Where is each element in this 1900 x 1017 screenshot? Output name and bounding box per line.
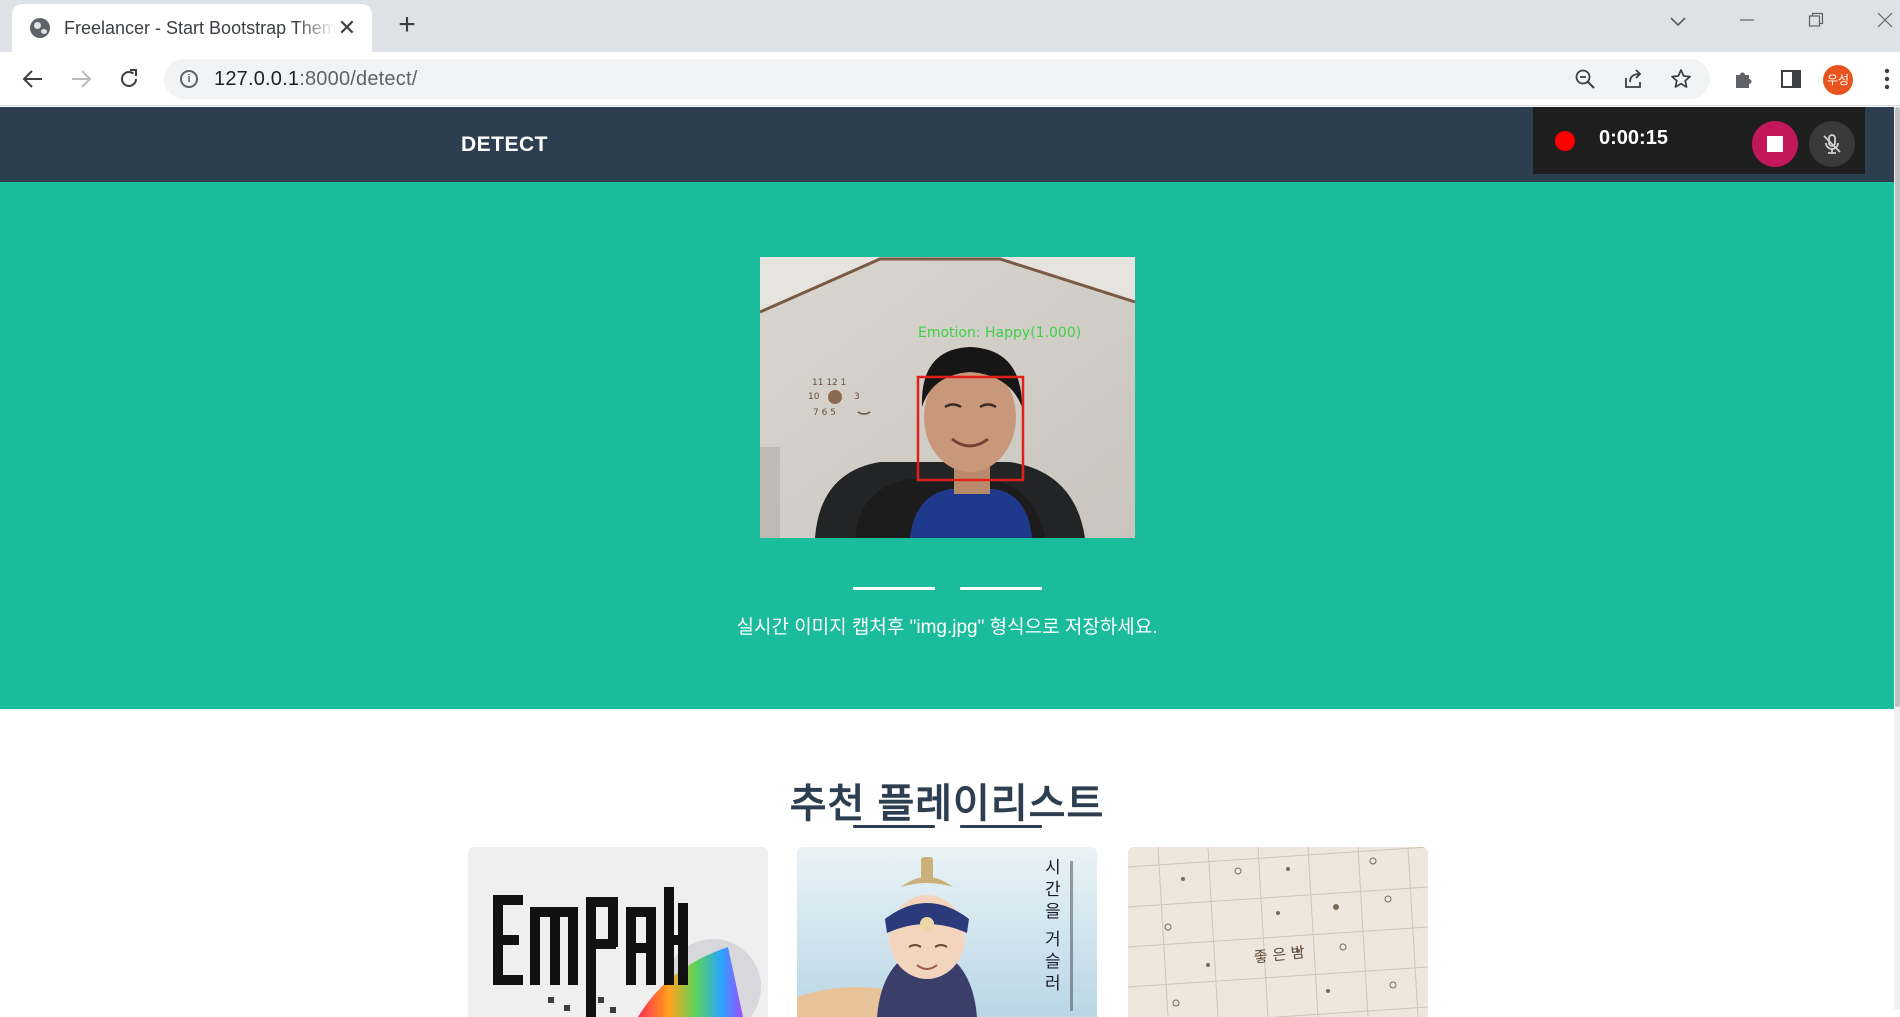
tab-close-icon[interactable]: ✕ xyxy=(336,17,358,39)
svg-text:7 6 5: 7 6 5 xyxy=(813,408,836,418)
album-card-time-travel[interactable]: 시 간 을 거 슬 러 xyxy=(797,847,1097,1017)
forward-arrow-icon[interactable] xyxy=(66,64,96,94)
divider-line-right xyxy=(960,587,1042,590)
playlist-section: 추천 플레이리스트 시 간 을 거 슬 러 좋 은 밤 xyxy=(0,709,1894,1017)
tab-title: Freelancer - Start Bootstrap Theme xyxy=(64,17,336,38)
playlist-divider-right xyxy=(960,825,1042,828)
address-bar[interactable]: i 127.0.0.1:8000/detect/ xyxy=(164,59,1710,99)
album-card-good-night[interactable]: 좋 은 밤 xyxy=(1128,847,1428,1017)
svg-text:을: 을 xyxy=(1045,902,1061,922)
svg-text:슬: 슬 xyxy=(1045,952,1061,972)
extensions-puzzle-icon[interactable] xyxy=(1728,64,1758,94)
album-cover-image xyxy=(468,847,768,1017)
site-info-icon[interactable]: i xyxy=(180,70,198,88)
microphone-off-icon xyxy=(1823,134,1841,154)
globe-icon xyxy=(30,18,50,38)
playlist-divider-left xyxy=(853,825,935,828)
album-card-empathy[interactable] xyxy=(468,847,768,1017)
divider-line-left xyxy=(853,587,935,590)
svg-text:거: 거 xyxy=(1045,930,1061,950)
svg-text:간: 간 xyxy=(1045,880,1061,900)
webcam-feed: 11 12 1 10 3 7 6 5 Emotion: Happy(1.000) xyxy=(760,257,1135,538)
bookmark-star-icon[interactable] xyxy=(1666,64,1696,94)
recording-timer: 0:00:15 xyxy=(1599,127,1668,149)
playlist-title: 추천 플레이리스트 xyxy=(789,782,1105,826)
svg-text:10: 10 xyxy=(808,392,820,402)
url-host: 127.0.0.1 xyxy=(214,68,300,90)
stop-recording-button[interactable] xyxy=(1752,121,1798,167)
page-scrollbar-thumb[interactable] xyxy=(1895,107,1900,707)
reload-icon[interactable] xyxy=(114,64,144,94)
stop-icon xyxy=(1767,136,1783,152)
side-panel-icon[interactable] xyxy=(1776,64,1806,94)
navbar-brand[interactable]: DETECT xyxy=(461,133,548,157)
svg-text:시: 시 xyxy=(1045,858,1061,878)
svg-text:11 12 1: 11 12 1 xyxy=(812,378,846,388)
tab-strip: Freelancer - Start Bootstrap Theme ✕ + xyxy=(0,0,1900,52)
album-cover-image: 좋 은 밤 xyxy=(1128,847,1428,1017)
new-tab-button[interactable]: + xyxy=(392,10,422,41)
browser-toolbar: i 127.0.0.1:8000/detect/ 우성 xyxy=(0,52,1900,106)
profile-avatar[interactable]: 우성 xyxy=(1823,65,1853,95)
url-text[interactable]: 127.0.0.1:8000/detect/ xyxy=(214,68,417,91)
album-cover-image: 시 간 을 거 슬 러 xyxy=(797,847,1097,1017)
emotion-label: Emotion: Happy(1.000) xyxy=(918,325,1081,341)
share-icon[interactable] xyxy=(1618,64,1648,94)
capture-instruction: 실시간 이미지 캡처후 "img.jpg" 형식으로 저장하세요. xyxy=(736,617,1158,638)
mute-microphone-button[interactable] xyxy=(1809,121,1855,167)
back-arrow-icon[interactable] xyxy=(18,64,48,94)
zoom-out-icon[interactable] xyxy=(1570,64,1600,94)
recording-indicator-icon xyxy=(1555,131,1575,151)
tab-search-chevron-icon[interactable] xyxy=(1658,8,1698,36)
kebab-menu-icon[interactable] xyxy=(1872,64,1900,94)
svg-text:3: 3 xyxy=(854,392,860,402)
restore-button[interactable] xyxy=(1796,8,1836,36)
screen-recorder-widget: 0:00:15 xyxy=(1533,107,1865,174)
masthead: 11 12 1 10 3 7 6 5 Emotion: Happy(1.000)… xyxy=(0,182,1894,709)
minimize-button[interactable] xyxy=(1727,8,1767,36)
svg-text:러: 러 xyxy=(1045,974,1061,994)
close-window-button[interactable] xyxy=(1865,8,1900,36)
browser-tab[interactable]: Freelancer - Start Bootstrap Theme ✕ xyxy=(12,4,372,52)
url-path: :8000/detect/ xyxy=(299,68,418,90)
